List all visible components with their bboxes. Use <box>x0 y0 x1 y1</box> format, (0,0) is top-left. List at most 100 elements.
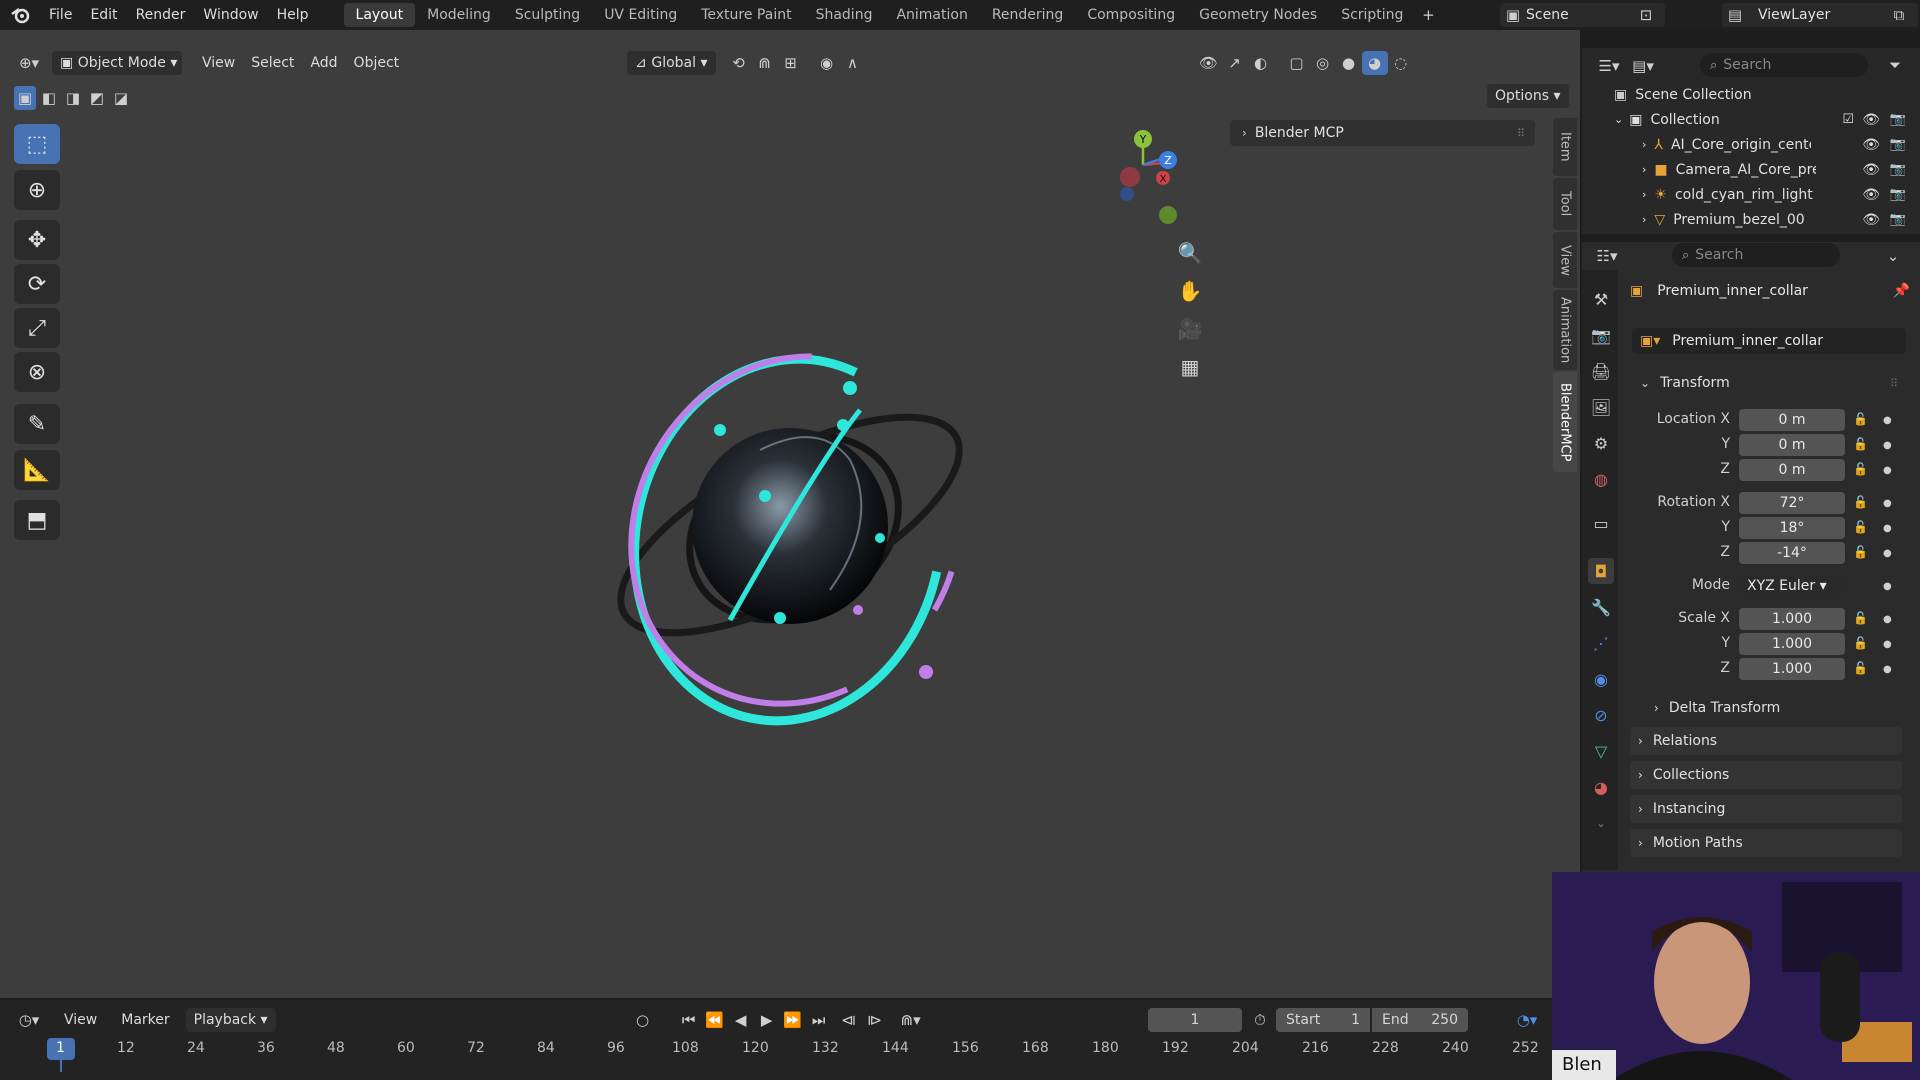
select-new-icon[interactable]: ▣ <box>14 86 36 110</box>
outliner-item[interactable]: › ■ Camera_AI_Core_pre 👁 📷 <box>1582 157 1920 182</box>
transform-tool[interactable]: ⊗ <box>14 352 60 392</box>
select-intersect-icon[interactable]: ◪ <box>110 86 132 110</box>
auto-keying-icon[interactable]: ○ <box>630 1008 656 1032</box>
output-tab-icon[interactable]: 🖨 <box>1588 358 1614 384</box>
visibility-eye-icon[interactable]: 👁 <box>1862 112 1880 128</box>
more-tabs-icon[interactable]: ⌄ <box>1588 810 1614 836</box>
prev-frame-icon[interactable]: ⧏ <box>836 1008 862 1032</box>
tool-tab-icon[interactable]: ⚒ <box>1588 286 1614 312</box>
visibility-eye-icon[interactable]: 👁 <box>1862 162 1880 178</box>
visibility-icon[interactable]: 👁 <box>1196 51 1222 75</box>
location-x-field[interactable]: 0 m <box>1739 409 1845 431</box>
end-frame-field[interactable]: End 250 <box>1372 1008 1468 1032</box>
blender-logo-icon[interactable] <box>0 0 40 30</box>
render-tab-icon[interactable]: 📷 <box>1588 322 1614 348</box>
scale-x-field[interactable]: 1.000 <box>1739 608 1845 630</box>
timeline-editor-type-icon[interactable]: ◷▾ <box>16 1008 42 1032</box>
select-invert-icon[interactable]: ◩ <box>86 86 108 110</box>
expand-icon[interactable]: › <box>1642 188 1646 201</box>
editor-type-icon[interactable]: ⊕▾ <box>16 51 42 75</box>
playback-dropdown[interactable]: Playback ▾ <box>185 1008 276 1032</box>
falloff-icon[interactable]: ∧ <box>840 51 866 75</box>
blender-mcp-panel[interactable]: › Blender MCP ⠿ <box>1230 120 1535 146</box>
tab-animation-n[interactable]: Animation <box>1553 290 1577 370</box>
object-tab-icon[interactable]: ◘ <box>1588 558 1614 584</box>
next-keyframe-icon[interactable]: ⏩ <box>780 1008 806 1032</box>
annotate-tool[interactable]: ✎ <box>14 404 60 444</box>
select-extend-icon[interactable]: ◧ <box>38 86 60 110</box>
keyframe-dot-icon[interactable]: ● <box>1883 465 1892 476</box>
location-z-field[interactable]: 0 m <box>1739 459 1845 481</box>
snap-target-icon[interactable]: ⊞ <box>778 51 804 75</box>
object-datablock-field[interactable]: ▣▾ Premium_inner_collar <box>1632 328 1906 354</box>
jump-end-icon[interactable]: ⏭ <box>806 1008 832 1032</box>
current-frame-field[interactable]: 1 <box>1148 1008 1242 1032</box>
render-camera-icon[interactable]: 📷 <box>1890 137 1906 152</box>
tab-sculpting[interactable]: Sculpting <box>503 3 592 27</box>
ai-core-object[interactable] <box>560 300 1000 760</box>
lock-icon[interactable]: 🔓 <box>1853 520 1868 534</box>
keyframe-dot-icon[interactable]: ● <box>1883 548 1892 559</box>
menu-edit[interactable]: Edit <box>81 0 126 30</box>
timeline-menu-marker[interactable]: Marker <box>113 1008 177 1032</box>
tab-rendering[interactable]: Rendering <box>980 3 1076 27</box>
timeline-menu-view[interactable]: View <box>56 1008 105 1032</box>
visibility-eye-icon[interactable]: 👁 <box>1862 212 1880 228</box>
wireframe-shading-icon[interactable]: ◎ <box>1310 51 1336 75</box>
scene-collection-row[interactable]: ▣ Scene Collection <box>1582 82 1920 107</box>
scene-selector[interactable]: ▣ Scene ⊡ <box>1500 3 1665 27</box>
tab-texture-paint[interactable]: Texture Paint <box>689 3 803 27</box>
constraints-tab-icon[interactable]: ⊘ <box>1588 702 1614 728</box>
instancing-section[interactable]: › Instancing <box>1630 795 1902 823</box>
scene-tab-icon[interactable]: ⚙ <box>1588 430 1614 456</box>
menu-render[interactable]: Render <box>127 0 195 30</box>
lock-icon[interactable]: 🔓 <box>1853 412 1868 426</box>
world-tab-icon[interactable]: ◍ <box>1588 466 1614 492</box>
material-tab-icon[interactable]: ◕ <box>1588 774 1614 800</box>
add-workspace-icon[interactable]: + <box>1415 3 1441 27</box>
mode-dropdown[interactable]: ▣ Object Mode ▾ <box>52 51 182 75</box>
perspective-grid-icon[interactable]: ▦ <box>1172 349 1208 385</box>
properties-editor-type-icon[interactable]: ☷▾ <box>1594 244 1620 268</box>
tab-layout[interactable]: Layout <box>343 3 416 27</box>
tab-blendermcp[interactable]: BlenderMCP <box>1553 372 1577 472</box>
menu-window[interactable]: Window <box>194 0 267 30</box>
tab-shading[interactable]: Shading <box>804 3 885 27</box>
tab-geometry-nodes[interactable]: Geometry Nodes <box>1187 3 1329 27</box>
move-tool[interactable]: ✥ <box>14 220 60 260</box>
delta-transform-section[interactable]: › Delta Transform <box>1646 694 1902 722</box>
measure-tool[interactable]: 📐 <box>14 450 60 490</box>
view-layer-tab-icon[interactable]: 🖼 <box>1588 394 1614 420</box>
lock-icon[interactable]: 🔓 <box>1853 611 1868 625</box>
outliner-item[interactable]: › ☀ cold_cyan_rim_light 👁 📷 <box>1582 182 1920 207</box>
collection-tab-icon[interactable]: ▭ <box>1588 510 1614 536</box>
location-y-field[interactable]: 0 m <box>1739 434 1845 456</box>
include-checkbox-icon[interactable]: ☑ <box>1842 112 1854 127</box>
relations-section[interactable]: › Relations <box>1630 727 1902 755</box>
lock-icon[interactable]: 🔓 <box>1853 636 1868 650</box>
data-tab-icon[interactable]: ▽ <box>1588 738 1614 764</box>
collapse-icon[interactable]: ⌄ <box>1614 113 1623 126</box>
add-cube-tool[interactable]: ⬒ <box>14 500 60 540</box>
rotate-tool[interactable]: ⟳ <box>14 264 60 304</box>
modifier-tab-icon[interactable]: 🔧 <box>1588 594 1614 620</box>
xray-icon[interactable]: ▢ <box>1284 51 1310 75</box>
pin-icon[interactable]: ⊡ <box>1633 3 1659 27</box>
menu-select[interactable]: Select <box>243 51 302 75</box>
axis-gizmo[interactable]: Y Z X <box>1105 125 1195 225</box>
render-camera-icon[interactable]: 📷 <box>1890 112 1906 127</box>
select-subtract-icon[interactable]: ◨ <box>62 86 84 110</box>
gizmo-toggle-icon[interactable]: ↗ <box>1222 51 1248 75</box>
drag-handle-icon[interactable]: ⠿ <box>1890 377 1898 390</box>
collection-row[interactable]: ⌄ ▣ Collection ☑ 👁 📷 <box>1582 107 1920 132</box>
start-frame-field[interactable]: Start 1 <box>1276 1008 1370 1032</box>
rotation-z-field[interactable]: -14° <box>1739 542 1845 564</box>
display-mode-icon[interactable]: ▤▾ <box>1630 54 1656 78</box>
menu-object[interactable]: Object <box>346 51 408 75</box>
lock-icon[interactable]: 🔓 <box>1853 462 1868 476</box>
keyframe-dot-icon[interactable]: ● <box>1883 581 1892 592</box>
keyframe-dot-icon[interactable]: ● <box>1883 440 1892 451</box>
lock-icon[interactable]: 🔓 <box>1853 661 1868 675</box>
tab-tool[interactable]: Tool <box>1553 178 1577 230</box>
properties-options-icon[interactable]: ⌄ <box>1880 244 1906 268</box>
